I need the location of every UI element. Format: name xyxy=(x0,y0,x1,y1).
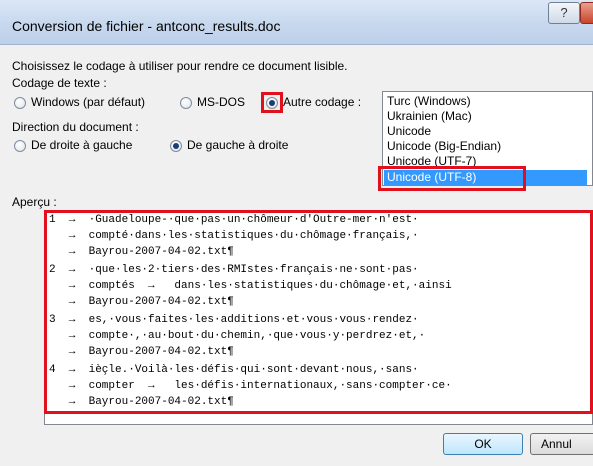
radio-windows[interactable] xyxy=(14,97,26,109)
direction-label: Direction du document : xyxy=(12,120,139,134)
cancel-button[interactable]: Annul xyxy=(530,433,593,455)
list-item[interactable]: Ukrainien (Mac) xyxy=(387,109,472,124)
radio-other-label[interactable]: Autre codage : xyxy=(283,95,361,109)
radio-windows-label[interactable]: Windows (par défaut) xyxy=(31,95,145,109)
radio-ltr-label[interactable]: De gauche à droite xyxy=(187,138,288,152)
radio-msdos[interactable] xyxy=(180,97,192,109)
selection-highlight-box xyxy=(378,166,526,191)
window-title: Conversion de fichier - antconc_results.… xyxy=(12,18,281,34)
instruction-text: Choisissez le codage à utiliser pour ren… xyxy=(12,59,348,73)
radio-rtl[interactable] xyxy=(14,140,26,152)
help-button[interactable]: ? xyxy=(548,2,580,24)
radio-msdos-label[interactable]: MS-DOS xyxy=(197,95,245,109)
radio-rtl-label[interactable]: De droite à gauche xyxy=(31,138,132,152)
ok-button[interactable]: OK xyxy=(443,433,523,455)
list-item[interactable]: Unicode (Big-Endian) xyxy=(387,139,501,154)
list-item[interactable]: Unicode xyxy=(387,124,431,139)
radio-other-encoding[interactable] xyxy=(266,97,278,109)
preview-label: Aperçu : xyxy=(12,195,57,209)
preview-highlight-box xyxy=(44,210,593,414)
encoding-label: Codage de texte : xyxy=(12,76,107,90)
title-bar: Conversion de fichier - antconc_results.… xyxy=(0,0,593,45)
list-item[interactable]: Turc (Windows) xyxy=(387,94,471,109)
dialog-content: Choisissez le codage à utiliser pour ren… xyxy=(0,45,593,466)
radio-ltr[interactable] xyxy=(170,140,182,152)
close-button[interactable] xyxy=(580,2,593,24)
